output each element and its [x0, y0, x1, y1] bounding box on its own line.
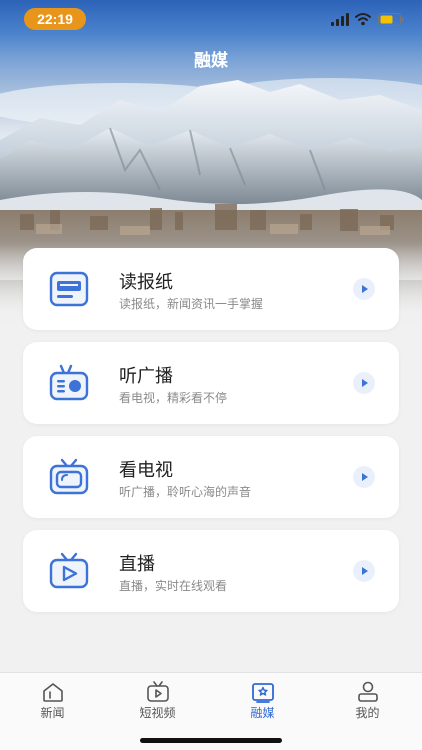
radio-icon [49, 364, 89, 401]
card-title: 直播 [119, 554, 155, 575]
play-button[interactable] [353, 372, 375, 394]
card-title: 读报纸 [119, 272, 173, 293]
nav-item-media[interactable]: 融媒 [210, 673, 315, 723]
media-icon [252, 683, 274, 703]
newspaper-icon [49, 271, 89, 307]
card-listen-radio[interactable]: 听广播 看电视，精彩看不停 [23, 342, 399, 424]
home-indicator [140, 738, 282, 743]
card-read-newspaper[interactable]: 读报纸 读报纸，新闻资讯一手掌握 [23, 248, 399, 330]
card-live[interactable]: 直播 直播，实时在线观看 [23, 530, 399, 612]
play-button[interactable] [353, 560, 375, 582]
nav-item-news[interactable]: 新闻 [0, 673, 105, 723]
status-bar: 22:19 [0, 0, 422, 40]
news-icon [43, 683, 63, 702]
card-watch-tv[interactable]: 看电视 听广播，聆听心海的声音 [23, 436, 399, 518]
page-title: 融媒 [194, 51, 228, 71]
nav-item-short-video[interactable]: 短视频 [105, 673, 210, 723]
card-title: 听广播 [119, 366, 173, 387]
play-icon [362, 379, 368, 387]
nav-label: 融媒 [250, 706, 275, 720]
card-subtitle: 读报纸，新闻资讯一手掌握 [119, 297, 264, 311]
nav-label: 短视频 [139, 706, 176, 720]
play-icon [362, 285, 368, 293]
signal-icon [331, 13, 349, 26]
play-button[interactable] [353, 466, 375, 488]
play-button[interactable] [353, 278, 375, 300]
nav-label: 新闻 [40, 706, 65, 720]
battery-icon [378, 13, 404, 26]
live-icon [49, 552, 89, 589]
nav-label: 我的 [355, 706, 380, 720]
play-icon [362, 567, 368, 575]
play-icon [362, 473, 368, 481]
card-title: 看电视 [119, 460, 173, 481]
short-video-icon [147, 681, 169, 702]
wifi-icon [355, 13, 371, 26]
nav-item-profile[interactable]: 我的 [315, 673, 420, 723]
card-subtitle: 看电视，精彩看不停 [119, 391, 228, 405]
status-time: 22:19 [24, 8, 86, 30]
card-subtitle: 直播，实时在线观看 [119, 579, 228, 593]
tv-icon [49, 458, 89, 495]
card-subtitle: 听广播，聆听心海的声音 [119, 485, 252, 499]
profile-icon [358, 681, 378, 702]
